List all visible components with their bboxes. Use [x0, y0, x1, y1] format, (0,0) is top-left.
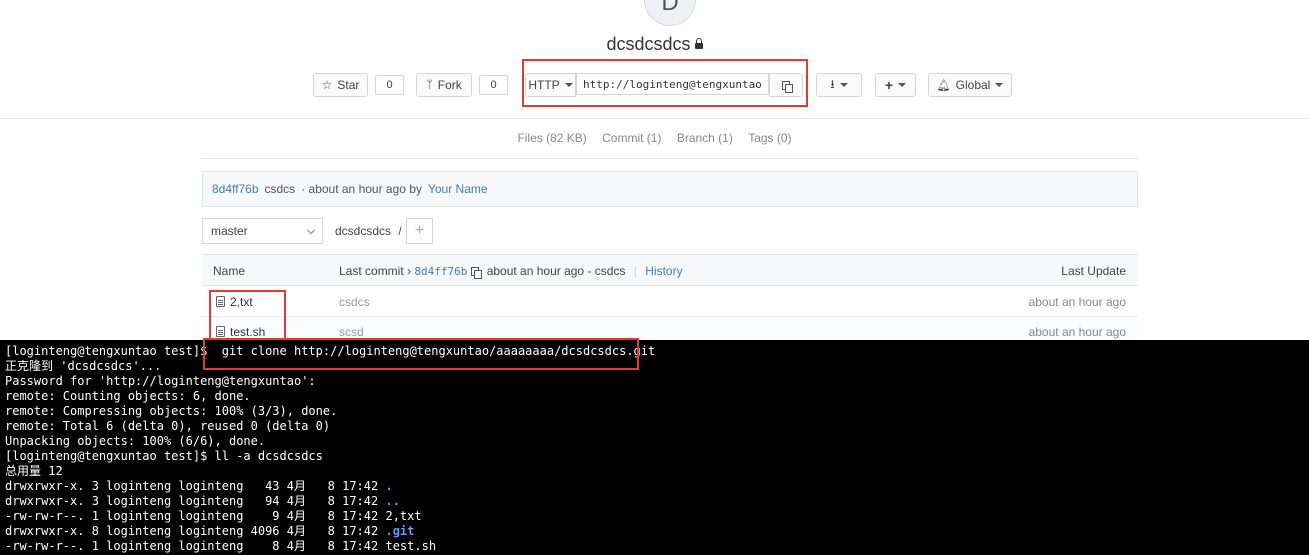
listing-name: test.sh [385, 539, 437, 553]
repo-web-page: D dcsdcsdcs ☆ Star 0 ᛘ Fork 0 HTTP ⭳ + 🔔… [0, 0, 1309, 340]
stat-files[interactable]: Files (82 KB) [517, 131, 586, 145]
terminal-line: remote: Total 6 (delta 0), reused 0 (del… [5, 419, 331, 433]
col-last-update: Last Update [1061, 264, 1126, 278]
separator: | [633, 264, 637, 278]
repo-avatar: D [644, 0, 696, 26]
commit-author-link[interactable]: Your Name [428, 182, 488, 196]
chevron-down-icon [839, 83, 848, 87]
copy-url-button[interactable] [769, 73, 803, 97]
stat-branches[interactable]: Branch (1) [677, 131, 733, 145]
star-icon: ☆ [321, 78, 333, 92]
listing-meta: drwxrwxr-x. 3 loginteng loginteng 94 4月 … [5, 494, 386, 508]
file-name[interactable]: test.sh [216, 325, 265, 339]
fork-count[interactable]: 0 [479, 75, 508, 95]
notification-dropdown[interactable]: 🔔︎ Global [928, 73, 1012, 97]
terminal-line: [loginteng@tengxuntao test]$ ll -a dcsdc… [5, 449, 323, 463]
listing-name: 2,txt [385, 509, 422, 523]
bell-icon: 🔔︎ [936, 79, 951, 92]
breadcrumb: dcsdcsdcs / [335, 224, 402, 238]
protocol-dropdown[interactable]: HTTP [525, 73, 576, 97]
download-icon: ⭳ [830, 76, 835, 91]
terminal-line: 正克隆到 'dcsdcsdcs'... [5, 359, 162, 373]
stat-commits[interactable]: Commit (1) [602, 131, 661, 145]
listing-meta: -rw-rw-r--. 1 loginteng loginteng 9 4月 8… [5, 509, 386, 523]
chevron-down-icon [564, 83, 573, 87]
listing-line: drwxrwxr-x. 8 loginteng loginteng 4096 4… [5, 524, 1309, 539]
table-row: test.sh scsd about an hour ago [202, 317, 1138, 340]
breadcrumb-repo[interactable]: dcsdcsdcs [335, 224, 391, 238]
header-commit-sha[interactable]: 8d4ff76b [414, 265, 467, 278]
terminal-line: Unpacking objects: 100% (6/6), done. [5, 434, 266, 448]
repo-title: dcsdcsdcs [0, 34, 1309, 55]
star-count[interactable]: 0 [375, 75, 404, 95]
terminal-line: 总用量 12 [5, 464, 63, 478]
history-link[interactable]: History [645, 264, 682, 278]
commit-message: csdcs [264, 182, 296, 196]
star-button[interactable]: ☆ Star [313, 73, 368, 97]
file-commit[interactable]: csdcs [339, 295, 370, 309]
chevron-down-icon [898, 83, 907, 87]
listing-meta: drwxrwxr-x. 3 loginteng loginteng 43 4月 … [5, 479, 386, 493]
stats-divider [202, 158, 1138, 159]
file-icon [216, 296, 225, 307]
header-divider [0, 118, 1309, 119]
file-name-text: 2,txt [230, 295, 253, 309]
protocol-label: HTTP [528, 78, 560, 92]
add-dropdown[interactable]: + [875, 73, 916, 97]
file-name-text: test.sh [230, 325, 266, 339]
download-dropdown[interactable]: ⭳ [816, 73, 862, 97]
notification-label: Global [955, 78, 991, 92]
new-file-button[interactable]: + [406, 218, 433, 244]
lock-icon [694, 38, 703, 49]
breadcrumb-separator: / [398, 224, 402, 238]
commit-time: · about an hour ago by [301, 182, 422, 196]
header-commit-summary: about an hour ago - csdcs [486, 264, 626, 278]
branch-selected: master [211, 224, 248, 238]
col-last-commit: Last commit › 8d4ff76b about an hour ago… [339, 264, 683, 279]
plus-icon: + [884, 77, 894, 93]
plus-icon: + [414, 222, 425, 239]
listing-line: -rw-rw-r--. 1 loginteng loginteng 8 4月 8… [5, 539, 1309, 554]
commit-sha-link[interactable]: 8d4ff76b [212, 182, 259, 196]
terminal[interactable]: [loginteng@tengxuntao test]$ git clone h… [0, 340, 1309, 555]
terminal-line: remote: Compressing objects: 100% (3/3),… [5, 404, 338, 418]
file-table-header: Name Last commit › 8d4ff76b about an hou… [202, 254, 1138, 286]
chevron-down-icon [306, 225, 316, 234]
file-updated: about an hour ago [1028, 295, 1126, 309]
clone-url-input[interactable] [576, 73, 769, 95]
listing-name: . [385, 479, 393, 493]
copy-icon[interactable] [471, 267, 483, 279]
col-name: Name [213, 264, 246, 278]
listing-name: .. [385, 494, 400, 508]
chevron-down-icon [995, 83, 1004, 87]
last-commit-label: Last commit › [339, 264, 412, 278]
listing-name: .git [385, 524, 415, 538]
file-name[interactable]: 2,txt [216, 295, 253, 309]
listing-line: drwxrwxr-x. 3 loginteng loginteng 94 4月 … [5, 494, 1309, 509]
table-row: 2,txt csdcs about an hour ago [202, 287, 1138, 317]
listing-meta: -rw-rw-r--. 1 loginteng loginteng 8 4月 8… [5, 539, 386, 553]
branch-select[interactable]: master [202, 218, 323, 244]
listing-meta: drwxrwxr-x. 8 loginteng loginteng 4096 4… [5, 524, 386, 538]
fork-label: Fork [437, 78, 462, 92]
fork-button[interactable]: ᛘ Fork [416, 73, 472, 97]
listing-line: drwxrwxr-x. 3 loginteng loginteng 43 4月 … [5, 479, 1309, 494]
file-updated: about an hour ago [1028, 325, 1126, 339]
repo-name[interactable]: dcsdcsdcs [606, 34, 690, 54]
terminal-line: [loginteng@tengxuntao test]$ git clone h… [5, 344, 656, 358]
terminal-line: Password for 'http://loginteng@tengxunta… [5, 374, 316, 388]
star-label: Star [337, 78, 360, 92]
listing-line: -rw-rw-r--. 1 loginteng loginteng 9 4月 8… [5, 509, 1309, 524]
stat-tags[interactable]: Tags (0) [748, 131, 791, 145]
last-commit-bar: 8d4ff76b csdcs · about an hour ago by Yo… [202, 171, 1138, 207]
fork-icon: ᛘ [426, 79, 433, 91]
copy-icon [782, 80, 793, 93]
file-icon [216, 326, 225, 337]
terminal-line: remote: Counting objects: 6, done. [5, 389, 251, 403]
repo-stats: Files (82 KB) Commit (1) Branch (1) Tags… [0, 131, 1309, 145]
file-commit[interactable]: scsd [339, 325, 364, 339]
